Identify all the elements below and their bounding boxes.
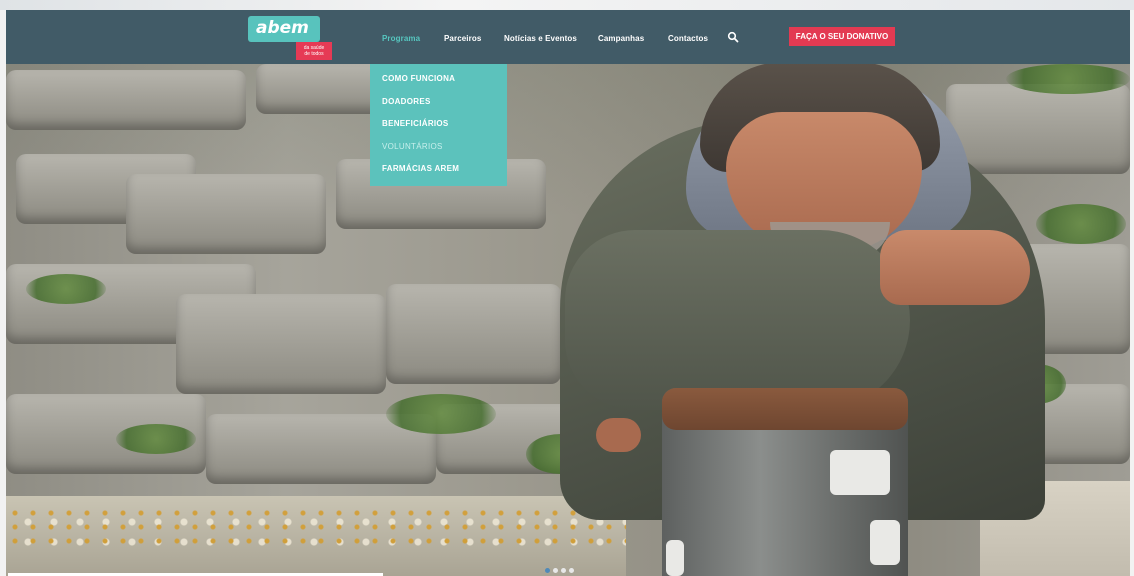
person-hand-left bbox=[596, 418, 641, 452]
nav-item-campanhas[interactable]: Campanhas bbox=[598, 34, 644, 43]
logo-text: abem bbox=[256, 18, 309, 38]
dropdown-item-beneficiarios[interactable]: BENEFICIÁRIOS bbox=[370, 116, 507, 139]
nav-item-noticias-eventos[interactable]: Notícias e Eventos bbox=[504, 34, 577, 43]
metal-post-rim bbox=[662, 388, 908, 430]
dropdown-item-como-funciona[interactable]: COMO FUNCIONA bbox=[370, 71, 507, 94]
page-background-strip bbox=[0, 0, 1134, 10]
logo-tagline-line2: de todos bbox=[304, 51, 324, 57]
nav-item-programa[interactable]: Programa bbox=[382, 34, 420, 43]
slider-dot[interactable] bbox=[545, 568, 550, 573]
slider-dot[interactable] bbox=[569, 568, 574, 573]
dropdown-item-voluntarios[interactable]: VOLUNTÁRIOS bbox=[370, 139, 507, 162]
donate-button[interactable]: FAÇA O SEU DONATIVO bbox=[789, 27, 895, 46]
logo-tagline-badge: da saúde de todos bbox=[296, 42, 332, 60]
nav-item-contactos[interactable]: Contactos bbox=[668, 34, 708, 43]
search-icon[interactable] bbox=[727, 31, 739, 43]
page: abem da saúde de todos Programa Parceiro… bbox=[0, 0, 1134, 576]
nav-item-parceiros[interactable]: Parceiros bbox=[444, 34, 481, 43]
person-arms bbox=[565, 230, 910, 410]
programa-dropdown-menu: COMO FUNCIONA DOADORES BENEFICIÁRIOS VOL… bbox=[370, 64, 507, 186]
slider-pagination bbox=[545, 568, 574, 574]
post-peeling-paint bbox=[666, 540, 684, 576]
slider-dot[interactable] bbox=[561, 568, 566, 573]
post-peeling-paint bbox=[830, 450, 890, 495]
dropdown-item-farmacias-arem[interactable]: FARMÁCIAS AREM bbox=[370, 161, 507, 184]
post-peeling-paint bbox=[870, 520, 900, 565]
dropdown-item-doadores[interactable]: DOADORES bbox=[370, 94, 507, 117]
person-hand bbox=[880, 230, 1030, 305]
slider-dot[interactable] bbox=[553, 568, 558, 573]
